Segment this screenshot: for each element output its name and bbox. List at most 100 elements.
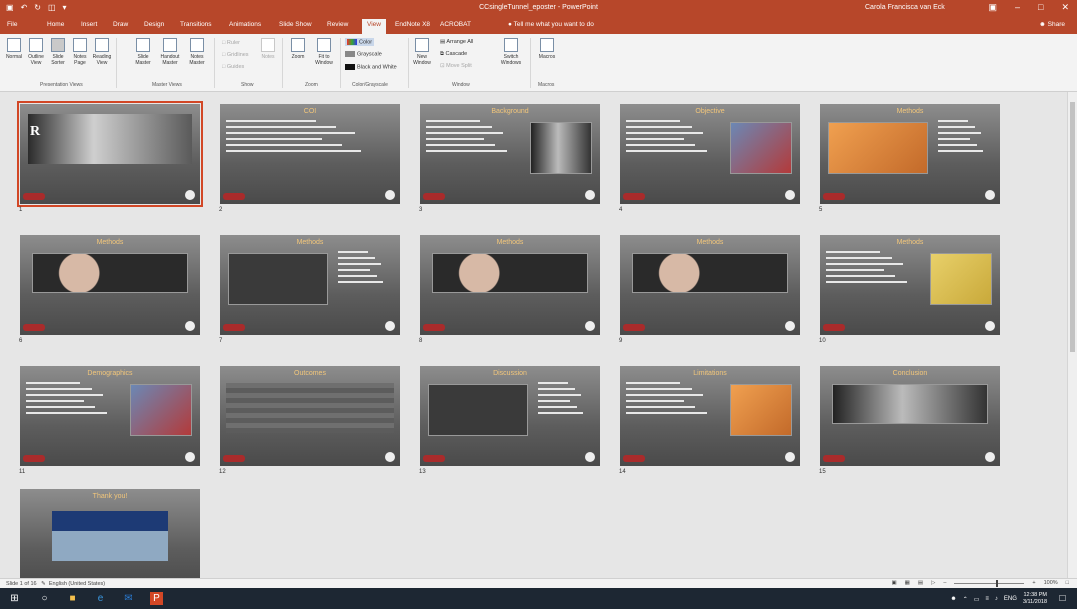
handout-master-label: Handout Master xyxy=(160,54,180,66)
normal-view-button[interactable]: Normal xyxy=(4,38,24,60)
gridlines-label: Gridlines xyxy=(226,52,249,58)
fit-slide-icon[interactable]: □ xyxy=(1066,580,1069,586)
tab-file[interactable]: File xyxy=(7,21,17,28)
tab-insert[interactable]: Insert xyxy=(81,21,97,28)
slide-thumbnail[interactable]: R xyxy=(17,101,203,207)
input-language[interactable]: ENG xyxy=(1004,596,1017,602)
reading-view-status-icon[interactable]: ▤ xyxy=(918,580,923,586)
slide-bullet-text xyxy=(626,382,716,438)
language-indicator[interactable]: English (United States) xyxy=(49,581,105,587)
maximize-icon[interactable]: □ xyxy=(1038,2,1043,13)
tab-home[interactable]: Home xyxy=(47,21,64,28)
edge-icon[interactable]: e xyxy=(94,592,107,605)
slide-sorter-pane[interactable]: R 1 COI 2 Background 3 Objective 4 Methods 5 Metho… xyxy=(0,92,1077,598)
new-window-button[interactable]: New Window xyxy=(412,38,432,66)
notifications-icon[interactable]: □ xyxy=(1056,592,1069,605)
minimize-icon[interactable]: – xyxy=(1015,2,1020,13)
slide-bullet-text xyxy=(826,251,916,307)
switch-windows-label: Switch Windows xyxy=(500,54,522,66)
color-button[interactable]: Color xyxy=(345,38,375,47)
slide-thumbnail[interactable]: Methods xyxy=(20,235,200,335)
group-color-grayscale: Color/Grayscale xyxy=(352,82,388,88)
slide-show-status-icon[interactable]: ▷ xyxy=(931,580,935,586)
outline-view-button[interactable]: Outline View xyxy=(26,38,46,66)
spellcheck-icon[interactable]: ✎ xyxy=(41,581,46,587)
zoom-button[interactable]: Zoom xyxy=(288,38,308,60)
tab-review[interactable]: Review xyxy=(327,21,348,28)
tab-design[interactable]: Design xyxy=(144,21,164,28)
slide-thumbnail[interactable]: Demographics xyxy=(20,366,200,466)
notes-page-icon xyxy=(73,38,87,52)
volume-icon[interactable]: ♪ xyxy=(995,596,998,602)
battery-icon[interactable]: ▭ xyxy=(974,596,980,603)
slide-number: 6 xyxy=(19,338,23,344)
reading-view-button[interactable]: Reading View xyxy=(92,38,112,66)
slide-thumbnail-title: Methods xyxy=(896,108,924,115)
slide-thumbnail[interactable]: Methods xyxy=(820,235,1000,335)
slide-thumbnail[interactable]: Conclusion xyxy=(820,366,1000,466)
zoom-in-icon[interactable]: + xyxy=(1032,580,1035,586)
slide-sorter-status-icon[interactable]: ▦ xyxy=(905,580,910,586)
slide-thumbnail[interactable]: Objective xyxy=(620,104,800,204)
gridlines-checkbox[interactable]: □ Gridlines xyxy=(222,52,249,58)
file-explorer-icon[interactable]: ■ xyxy=(66,592,79,605)
slide-thumbnail[interactable]: Limitations xyxy=(620,366,800,466)
grayscale-button[interactable]: Grayscale xyxy=(345,51,382,57)
slide-thumbnail[interactable]: Methods xyxy=(620,235,800,335)
seal-icon xyxy=(385,321,395,331)
scrollbar-thumb[interactable] xyxy=(1070,102,1075,352)
macros-button[interactable]: Macros xyxy=(536,38,558,60)
move-split-button[interactable]: ⊡ Move Split xyxy=(440,63,472,69)
slide-thumbnail[interactable]: Methods xyxy=(420,235,600,335)
slide-thumbnail[interactable]: Methods xyxy=(820,104,1000,204)
share-button[interactable]: ☻ Share xyxy=(1039,21,1065,28)
arrange-all-button[interactable]: ▤ Arrange All xyxy=(440,39,473,45)
tab-view[interactable]: View xyxy=(362,19,386,34)
zoom-out-icon[interactable]: – xyxy=(943,580,946,586)
slide-thumbnail-title: COI xyxy=(303,108,317,115)
switch-windows-button[interactable]: Switch Windows xyxy=(498,38,524,66)
guides-checkbox[interactable]: □ Guides xyxy=(222,64,244,70)
fit-to-window-button[interactable]: Fit to Window xyxy=(312,38,336,66)
notes-page-button[interactable]: Notes Page xyxy=(70,38,90,66)
notes-button[interactable]: Notes xyxy=(258,38,278,60)
windows-start-icon[interactable]: ⊞ xyxy=(8,592,21,605)
slide-thumbnail[interactable]: COI xyxy=(220,104,400,204)
handout-master-button[interactable]: Handout Master xyxy=(160,38,180,66)
tab-animations[interactable]: Animations xyxy=(229,21,261,28)
vertical-scrollbar[interactable] xyxy=(1067,92,1077,578)
search-icon[interactable]: ○ xyxy=(38,592,51,605)
tab-acrobat[interactable]: ACROBAT xyxy=(440,21,471,28)
slide-thumbnail[interactable]: Methods xyxy=(220,235,400,335)
user-name[interactable]: Carola Francisca van Eck xyxy=(865,4,945,11)
slide-thumbnail[interactable]: Thank you! xyxy=(20,489,200,589)
ribbon-display-options-icon[interactable]: ▣ xyxy=(988,2,997,13)
cascade-button[interactable]: ⧉ Cascade xyxy=(440,51,467,58)
notes-master-button[interactable]: Notes Master xyxy=(187,38,207,66)
close-icon[interactable]: ✕ xyxy=(1061,2,1069,13)
network-icon[interactable]: ≡ xyxy=(985,596,989,602)
powerpoint-icon[interactable]: P xyxy=(150,592,163,605)
person-icon: ☻ xyxy=(1038,21,1048,28)
group-zoom: Zoom xyxy=(305,82,318,88)
tab-endnote[interactable]: EndNote X8 xyxy=(395,21,430,28)
zoom-slider[interactable] xyxy=(954,579,1025,587)
tab-draw[interactable]: Draw xyxy=(113,21,128,28)
outlook-icon[interactable]: ✉ xyxy=(122,592,135,605)
show-hidden-icons[interactable]: ⌃ xyxy=(963,596,968,603)
slide-thumbnail[interactable]: Discussion xyxy=(420,366,600,466)
slide-thumbnail[interactable]: Outcomes xyxy=(220,366,400,466)
tab-slide-show[interactable]: Slide Show xyxy=(279,21,312,28)
zoom-level[interactable]: 100% xyxy=(1044,580,1058,586)
institution-logo xyxy=(623,455,645,462)
slide-sorter-button[interactable]: Slide Sorter xyxy=(48,38,68,66)
clock[interactable]: 12:38 PM 3/11/2018 xyxy=(1023,592,1047,606)
slide-thumbnail[interactable]: Background xyxy=(420,104,600,204)
tell-me-box[interactable]: ● Tell me what you want to do xyxy=(508,21,594,28)
normal-view-status-icon[interactable]: ▣ xyxy=(891,580,896,586)
tab-transitions[interactable]: Transitions xyxy=(180,21,212,28)
slide-master-button[interactable]: Slide Master xyxy=(133,38,153,66)
black-and-white-button[interactable]: Black and White xyxy=(345,64,397,70)
ruler-checkbox[interactable]: □ Ruler xyxy=(222,40,240,46)
people-icon[interactable]: ☻ xyxy=(950,596,956,602)
